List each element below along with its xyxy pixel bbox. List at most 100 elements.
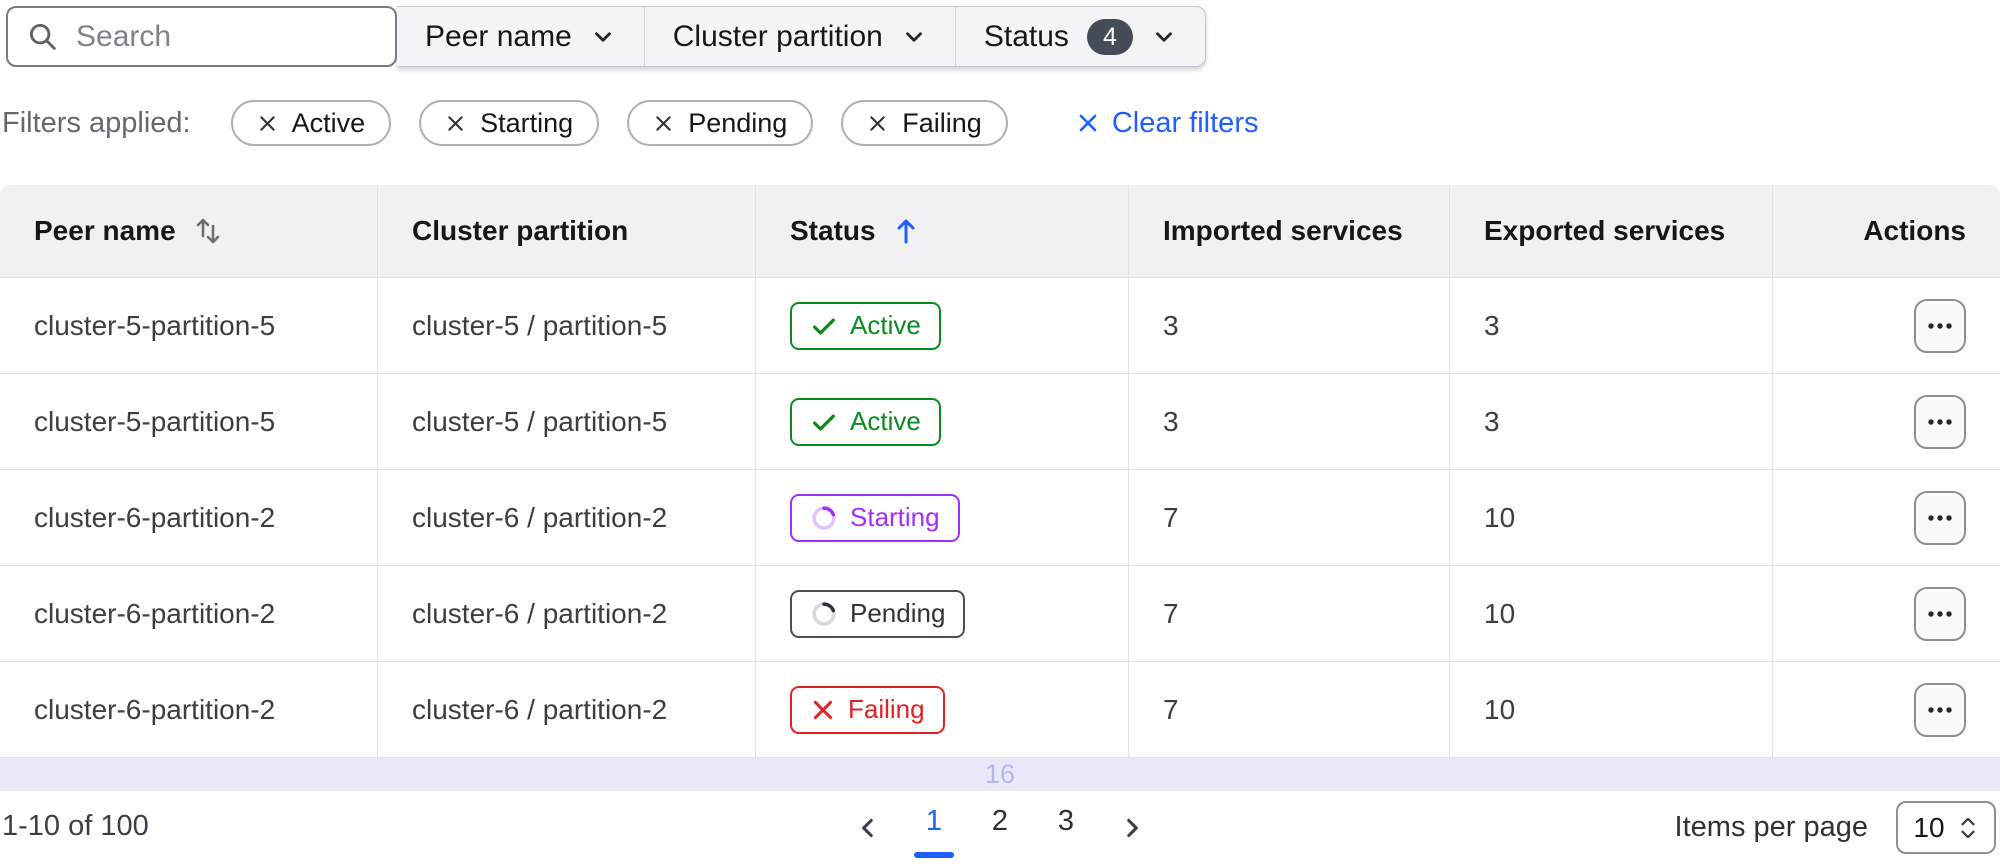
- table-row: cluster-5-partition-5 cluster-5 / partit…: [0, 278, 2000, 374]
- cluster-partition-cell: cluster-6 / partition-2: [377, 566, 755, 661]
- filter-chip-label: Starting: [480, 107, 574, 138]
- applied-filters-row: Filters applied: Active Starting Pending…: [2, 100, 1258, 146]
- column-header-peer-name[interactable]: Peer name: [0, 185, 377, 277]
- row-actions-button[interactable]: [1914, 394, 1966, 449]
- status-cell: Active: [755, 278, 1128, 373]
- clear-filters-label: Clear filters: [1111, 106, 1259, 139]
- status-badge-label: Active: [850, 406, 921, 436]
- remove-filter-icon[interactable]: [445, 113, 466, 134]
- partial-row-text: 16: [984, 759, 1016, 789]
- column-header-label: Imported services: [1163, 215, 1403, 246]
- peers-table: Peer name Cluster partition Status Impor…: [0, 185, 2000, 791]
- column-header-label: Exported services: [1484, 215, 1726, 246]
- clear-filters-link[interactable]: Clear filters: [1076, 106, 1259, 140]
- previous-page-button[interactable]: [845, 805, 891, 851]
- next-page-button[interactable]: [1109, 805, 1155, 851]
- exported-services-cell: 10: [1449, 662, 1772, 757]
- check-icon: [810, 312, 838, 340]
- status-badge-label: Pending: [850, 598, 946, 628]
- ellipsis-icon: [1926, 513, 1954, 523]
- exported-services-cell: 10: [1449, 470, 1772, 565]
- cluster-partition-cell: cluster-6 / partition-2: [377, 470, 755, 565]
- column-header-status[interactable]: Status: [755, 185, 1128, 277]
- status-badge-active: Active: [790, 397, 941, 446]
- status-cell: Pending: [755, 566, 1128, 661]
- status-badge-label: Starting: [850, 502, 940, 532]
- items-per-page-label: Items per page: [1674, 811, 1868, 843]
- chevron-down-icon: [901, 24, 927, 50]
- pagination-bar: 1-10 of 100 1 2 3 Items per page 10: [0, 791, 2000, 864]
- actions-cell: [1772, 374, 2000, 469]
- x-icon: [810, 697, 836, 723]
- imported-services-cell: 3: [1128, 278, 1449, 373]
- remove-filter-icon[interactable]: [653, 113, 674, 134]
- imported-services-cell: 3: [1128, 374, 1449, 469]
- actions-cell: [1772, 278, 2000, 373]
- filter-chip-starting[interactable]: Starting: [419, 100, 600, 146]
- items-per-page: Items per page 10: [1675, 801, 1996, 854]
- filter-button-group: Peer name Cluster partition Status 4: [397, 6, 1206, 67]
- status-cell: Active: [755, 374, 1128, 469]
- sort-unsorted-icon: [192, 213, 224, 249]
- exported-services-cell: 3: [1449, 374, 1772, 469]
- row-actions-button[interactable]: [1914, 490, 1966, 545]
- filter-chip-label: Active: [291, 107, 366, 138]
- table-header-row: Peer name Cluster partition Status Impor…: [0, 185, 2000, 278]
- filter-chip-label: Failing: [902, 107, 982, 138]
- table-row: cluster-6-partition-2 cluster-6 / partit…: [0, 566, 2000, 662]
- partial-table-row: 16: [0, 758, 2000, 791]
- pager: 1 2 3: [845, 797, 1155, 858]
- status-badge-label: Active: [850, 310, 921, 340]
- search-box[interactable]: [6, 6, 397, 67]
- cluster-partition-filter-button[interactable]: Cluster partition: [643, 7, 955, 66]
- ellipsis-icon: [1926, 705, 1954, 715]
- peer-name-filter-button[interactable]: Peer name: [397, 7, 644, 66]
- exported-services-cell: 10: [1449, 566, 1772, 661]
- filters-applied-label: Filters applied:: [2, 106, 191, 139]
- peer-name-cell: cluster-6-partition-2: [34, 597, 276, 629]
- cluster-partition-cell: cluster-5 / partition-5: [377, 278, 755, 373]
- page-button-3[interactable]: 3: [1043, 797, 1089, 858]
- page-button-1[interactable]: 1: [911, 797, 957, 858]
- results-range-label: 1-10 of 100: [2, 810, 149, 842]
- peer-name-cell: cluster-5-partition-5: [34, 309, 276, 341]
- imported-services-cell: 7: [1128, 470, 1449, 565]
- ellipsis-icon: [1926, 321, 1954, 331]
- ellipsis-icon: [1926, 417, 1954, 427]
- column-header-label: Peer name: [34, 215, 176, 246]
- table-row: cluster-5-partition-5 cluster-5 / partit…: [0, 374, 2000, 470]
- status-badge-starting: Starting: [790, 493, 960, 542]
- status-filter-count-badge: 4: [1086, 18, 1133, 55]
- remove-filter-icon[interactable]: [867, 113, 888, 134]
- filter-chip-label: Pending: [688, 107, 788, 138]
- filter-chip-active[interactable]: Active: [230, 100, 392, 146]
- cluster-partition-cell: cluster-6 / partition-2: [377, 662, 755, 757]
- column-header-label: Status: [790, 215, 876, 246]
- remove-filter-icon[interactable]: [257, 113, 278, 134]
- filter-chip-pending[interactable]: Pending: [627, 100, 814, 146]
- exported-services-cell: 3: [1449, 278, 1772, 373]
- actions-cell: [1772, 662, 2000, 757]
- search-icon: [26, 20, 60, 54]
- status-badge-active: Active: [790, 301, 941, 350]
- filter-chip-failing[interactable]: Failing: [841, 100, 1008, 146]
- actions-cell: [1772, 470, 2000, 565]
- status-filter-button[interactable]: Status 4: [954, 7, 1205, 66]
- status-badge-pending: Pending: [790, 589, 966, 638]
- page-button-2[interactable]: 2: [977, 797, 1023, 858]
- column-header-cluster-partition: Cluster partition: [377, 185, 755, 277]
- filter-toolbar: Peer name Cluster partition Status 4: [6, 6, 1206, 67]
- cluster-partition-cell: cluster-5 / partition-5: [377, 374, 755, 469]
- search-input[interactable]: [76, 19, 377, 54]
- check-icon: [810, 408, 838, 436]
- column-header-exported-services: Exported services: [1449, 185, 1772, 277]
- actions-cell: [1772, 566, 2000, 661]
- row-actions-button[interactable]: [1914, 586, 1966, 641]
- items-per-page-select[interactable]: 10: [1896, 801, 1996, 854]
- status-cell: Failing: [755, 662, 1128, 757]
- row-actions-button[interactable]: [1914, 298, 1966, 353]
- status-cell: Starting: [755, 470, 1128, 565]
- column-header-imported-services: Imported services: [1128, 185, 1449, 277]
- column-header-label: Actions: [1863, 215, 1966, 246]
- row-actions-button[interactable]: [1914, 682, 1966, 737]
